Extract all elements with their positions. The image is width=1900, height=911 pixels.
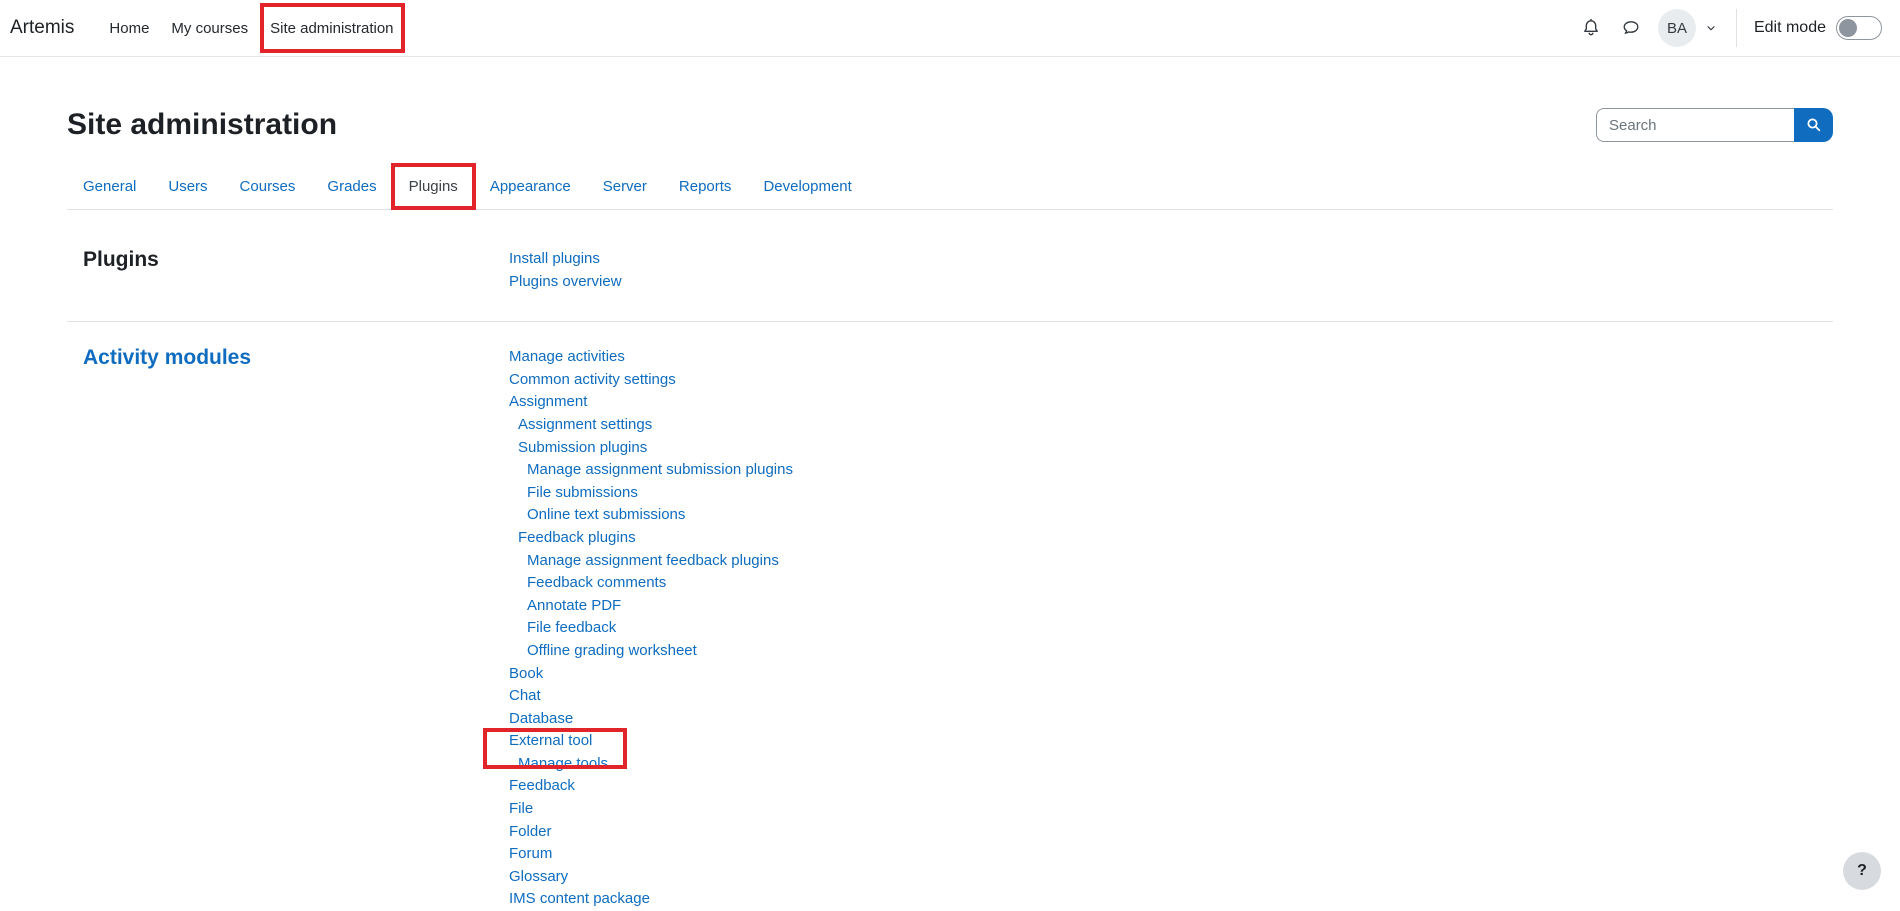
link-ims-content-package[interactable]: IMS content package bbox=[509, 888, 1817, 911]
link-common-activity-settings[interactable]: Common activity settings bbox=[509, 369, 1817, 392]
tab-server[interactable]: Server bbox=[587, 165, 663, 209]
link-manage-assignment-submission-plugins[interactable]: Manage assignment submission plugins bbox=[509, 459, 1817, 482]
page-title: Site administration bbox=[67, 107, 337, 143]
section-plugins: Plugins Install plugins Plugins overview bbox=[67, 210, 1833, 322]
link-file[interactable]: File bbox=[509, 798, 1817, 821]
question-mark-icon: ? bbox=[1857, 862, 1867, 880]
admin-category-tabs: General Users Courses Grades Plugins App… bbox=[67, 165, 1833, 210]
section-plugins-links-column: Install plugins Plugins overview bbox=[509, 248, 1817, 293]
edit-mode-label: Edit mode bbox=[1754, 19, 1826, 37]
tab-plugins-label: Plugins bbox=[409, 178, 458, 195]
link-file-feedback[interactable]: File feedback bbox=[509, 617, 1817, 640]
link-assignment-settings[interactable]: Assignment settings bbox=[509, 414, 1817, 437]
tab-plugins[interactable]: Plugins bbox=[393, 165, 474, 209]
link-submission-plugins[interactable]: Submission plugins bbox=[509, 437, 1817, 460]
link-offline-grading-worksheet[interactable]: Offline grading worksheet bbox=[509, 640, 1817, 663]
help-button[interactable]: ? bbox=[1843, 852, 1881, 890]
link-book[interactable]: Book bbox=[509, 663, 1817, 686]
search-icon bbox=[1805, 116, 1823, 134]
link-forum[interactable]: Forum bbox=[509, 843, 1817, 866]
link-external-tool[interactable]: External tool bbox=[509, 730, 1817, 753]
nav-item-site-administration-label: Site administration bbox=[270, 20, 393, 37]
section-heading-activity-modules[interactable]: Activity modules bbox=[83, 346, 509, 369]
nav-item-my-courses[interactable]: My courses bbox=[162, 0, 257, 57]
section-activity-modules: Activity modules Manage activities Commo… bbox=[67, 322, 1833, 911]
page-header: Site administration bbox=[67, 107, 1833, 143]
link-feedback-comments[interactable]: Feedback comments bbox=[509, 572, 1817, 595]
link-file-submissions[interactable]: File submissions bbox=[509, 482, 1817, 505]
link-glossary[interactable]: Glossary bbox=[509, 866, 1817, 889]
navbar-divider bbox=[1736, 9, 1737, 47]
link-feedback-plugins[interactable]: Feedback plugins bbox=[509, 527, 1817, 550]
tab-appearance[interactable]: Appearance bbox=[474, 165, 587, 209]
link-manage-assignment-feedback-plugins[interactable]: Manage assignment feedback plugins bbox=[509, 550, 1817, 573]
tab-users[interactable]: Users bbox=[152, 165, 223, 209]
tab-grades[interactable]: Grades bbox=[311, 165, 392, 209]
search-button[interactable] bbox=[1794, 108, 1833, 142]
link-assignment[interactable]: Assignment bbox=[509, 391, 1817, 414]
edit-mode-toggle-knob bbox=[1839, 19, 1857, 37]
link-online-text-submissions[interactable]: Online text submissions bbox=[509, 504, 1817, 527]
link-feedback[interactable]: Feedback bbox=[509, 775, 1817, 798]
tab-general[interactable]: General bbox=[67, 165, 152, 209]
section-plugins-label-column: Plugins bbox=[83, 248, 509, 293]
link-install-plugins[interactable]: Install plugins bbox=[509, 248, 1817, 271]
tab-courses[interactable]: Courses bbox=[224, 165, 312, 209]
section-heading-plugins: Plugins bbox=[83, 248, 509, 271]
user-menu-chevron-down-icon[interactable] bbox=[1703, 20, 1719, 36]
top-navbar: Artemis Home My courses Site administrat… bbox=[0, 0, 1900, 57]
navbar-right-group: BA Edit mode bbox=[1578, 9, 1882, 47]
link-annotate-pdf[interactable]: Annotate PDF bbox=[509, 595, 1817, 618]
search-input[interactable] bbox=[1596, 108, 1794, 142]
admin-search-form bbox=[1596, 108, 1833, 142]
link-database[interactable]: Database bbox=[509, 708, 1817, 731]
tab-reports[interactable]: Reports bbox=[663, 165, 748, 209]
notifications-bell-icon[interactable] bbox=[1578, 15, 1604, 41]
section-activity-modules-links-column: Manage activities Common activity settin… bbox=[509, 346, 1817, 911]
user-avatar[interactable]: BA bbox=[1658, 9, 1696, 47]
link-folder[interactable]: Folder bbox=[509, 821, 1817, 844]
link-manage-activities[interactable]: Manage activities bbox=[509, 346, 1817, 369]
link-plugins-overview[interactable]: Plugins overview bbox=[509, 271, 1817, 294]
link-manage-tools[interactable]: Manage tools bbox=[509, 753, 1817, 776]
nav-item-site-administration[interactable]: Site administration bbox=[261, 0, 402, 57]
messages-chat-icon[interactable] bbox=[1618, 15, 1644, 41]
edit-mode-toggle[interactable] bbox=[1836, 16, 1882, 40]
nav-item-home[interactable]: Home bbox=[100, 0, 158, 57]
brand-logo[interactable]: Artemis bbox=[10, 17, 74, 39]
tab-development[interactable]: Development bbox=[747, 165, 867, 209]
highlight-group-external-tool: External tool Manage tools bbox=[509, 730, 1817, 775]
link-chat[interactable]: Chat bbox=[509, 685, 1817, 708]
section-activity-modules-label-column: Activity modules bbox=[83, 346, 509, 911]
